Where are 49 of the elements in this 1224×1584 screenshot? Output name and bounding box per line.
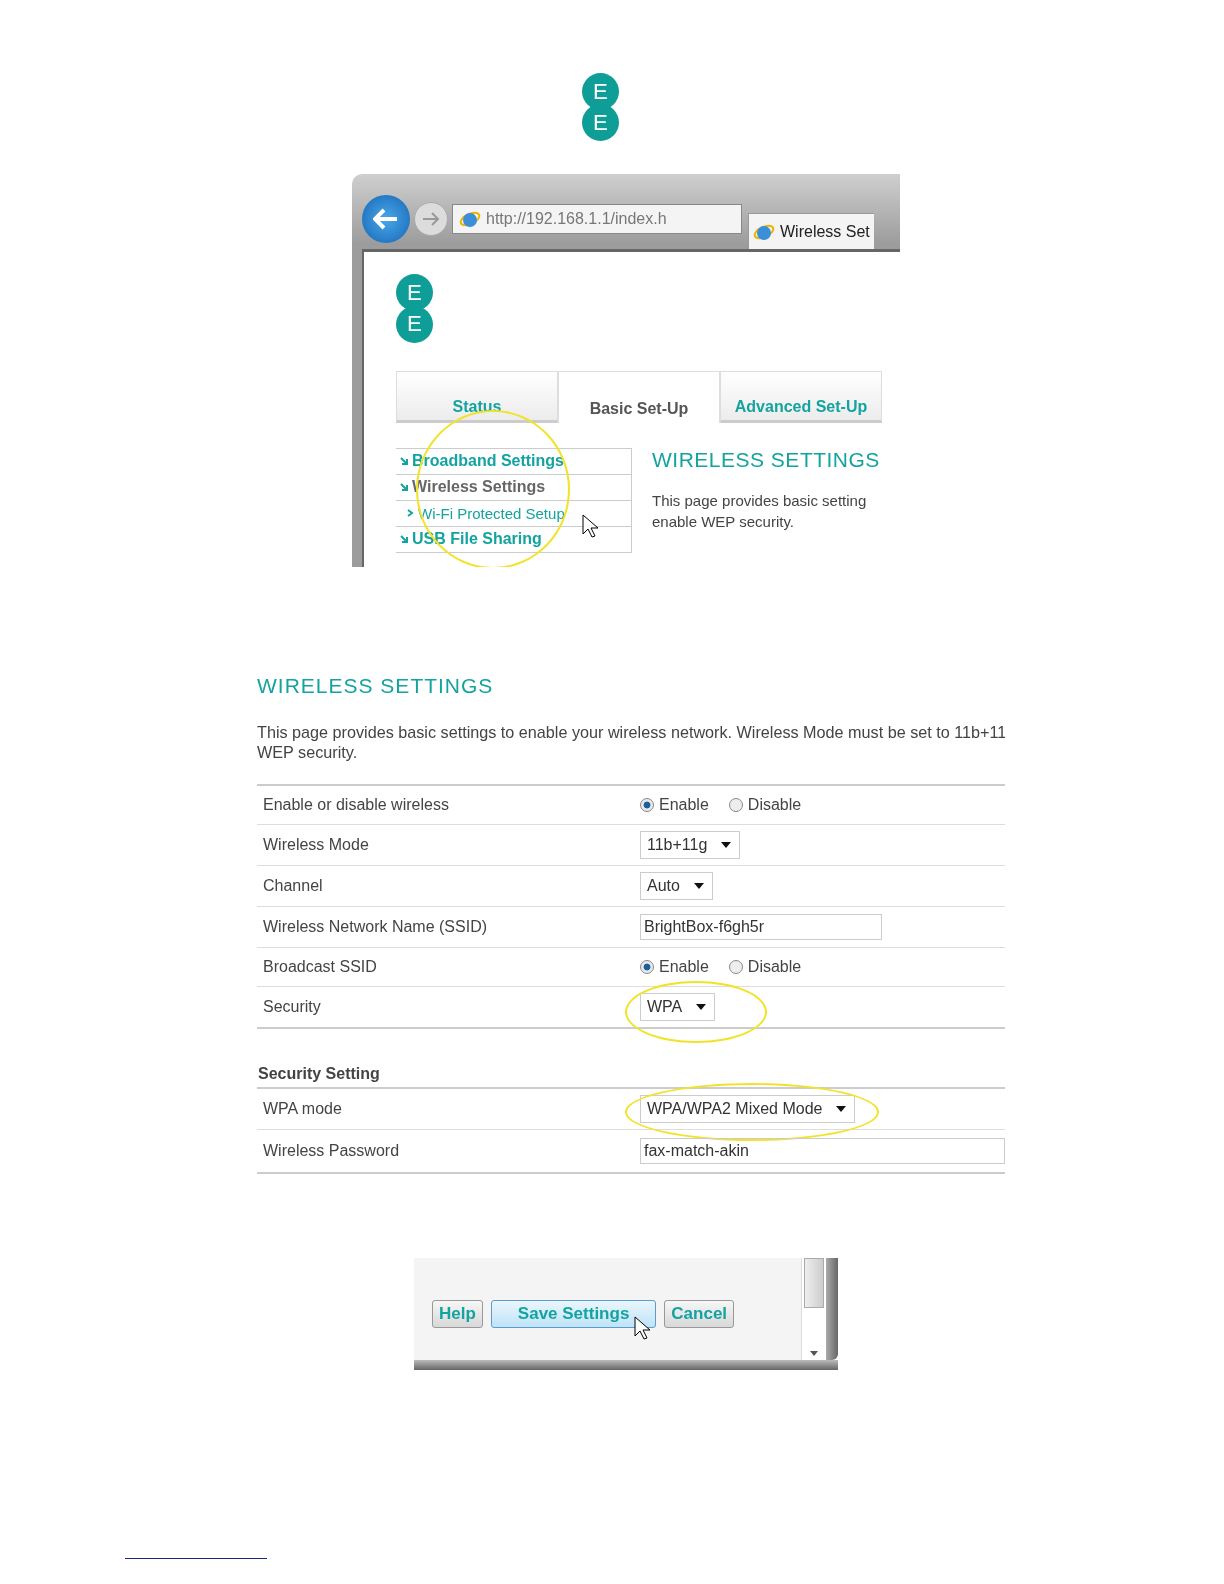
caret-icon (721, 842, 732, 849)
setting-label: Security (262, 998, 322, 1017)
arrow-icon (400, 483, 408, 492)
browser-tab[interactable]: Wireless Set (748, 213, 874, 250)
setting-label: Wireless Password (262, 1142, 401, 1161)
caret-icon (696, 1004, 707, 1011)
section-heading: WIRELESS SETTINGS (257, 674, 495, 699)
intro-text: WEP security. (257, 742, 359, 763)
input-field[interactable]: BrightBox-f6gh5r (640, 914, 882, 941)
setting-label: Enable or disable wireless (262, 796, 450, 815)
radio-option[interactable]: Disable (728, 958, 802, 977)
dropdown[interactable]: Auto (640, 872, 713, 901)
nav-tab[interactable]: Basic Set-Up (558, 370, 720, 423)
radio-option[interactable]: Enable (640, 958, 709, 977)
logo-letter: E (396, 305, 433, 343)
intro-text: enable WEP security. (652, 511, 795, 532)
back-button[interactable] (362, 194, 410, 243)
setting-label: Wireless Mode (262, 836, 370, 855)
radio-option[interactable]: Enable (640, 796, 709, 815)
radio-button[interactable] (640, 798, 654, 813)
cursor-icon (582, 514, 598, 539)
setting-label: Channel (262, 877, 324, 896)
subsection-heading: Security Setting (257, 1065, 1005, 1090)
arrow-icon (400, 457, 408, 466)
radio-button[interactable] (640, 960, 654, 975)
scroll-down-icon[interactable] (810, 1351, 818, 1357)
page-heading: WIRELESS SETTINGS (652, 447, 880, 472)
back-arrow-icon (373, 207, 399, 230)
address-bar[interactable]: http://192.168.1.1/index.h (452, 203, 742, 234)
setting-label: Broadcast SSID (262, 958, 378, 977)
caret-icon (836, 1106, 847, 1113)
dropdown[interactable]: WPA (640, 993, 716, 1022)
arrow-icon (400, 535, 408, 544)
radio-option[interactable]: Disable (728, 796, 802, 815)
cursor-icon (634, 1316, 650, 1341)
intro-text: This page provides basic setting (652, 490, 868, 511)
radio-button[interactable] (728, 960, 743, 975)
dropdown[interactable]: 11b+11g (640, 831, 741, 860)
setting-label: Wireless Network Name (SSID) (262, 918, 489, 937)
forward-arrow-icon (422, 211, 440, 226)
logo-letter: E (582, 104, 619, 142)
caret-icon (693, 883, 704, 890)
input-field[interactable]: fax-match-akin (640, 1138, 1005, 1165)
setting-label: WPA mode (262, 1100, 343, 1119)
dropdown[interactable]: WPA/WPA2 Mixed Mode (640, 1095, 856, 1124)
scrollbar[interactable] (801, 1258, 826, 1361)
intro-text: This page provides basic settings to enable your wireless network. Wireless Mode must be set to 11b+11 (257, 722, 1005, 743)
url-text[interactable]: http://192.168.1.1/index.h (486, 209, 667, 228)
radio-button[interactable] (728, 798, 743, 813)
